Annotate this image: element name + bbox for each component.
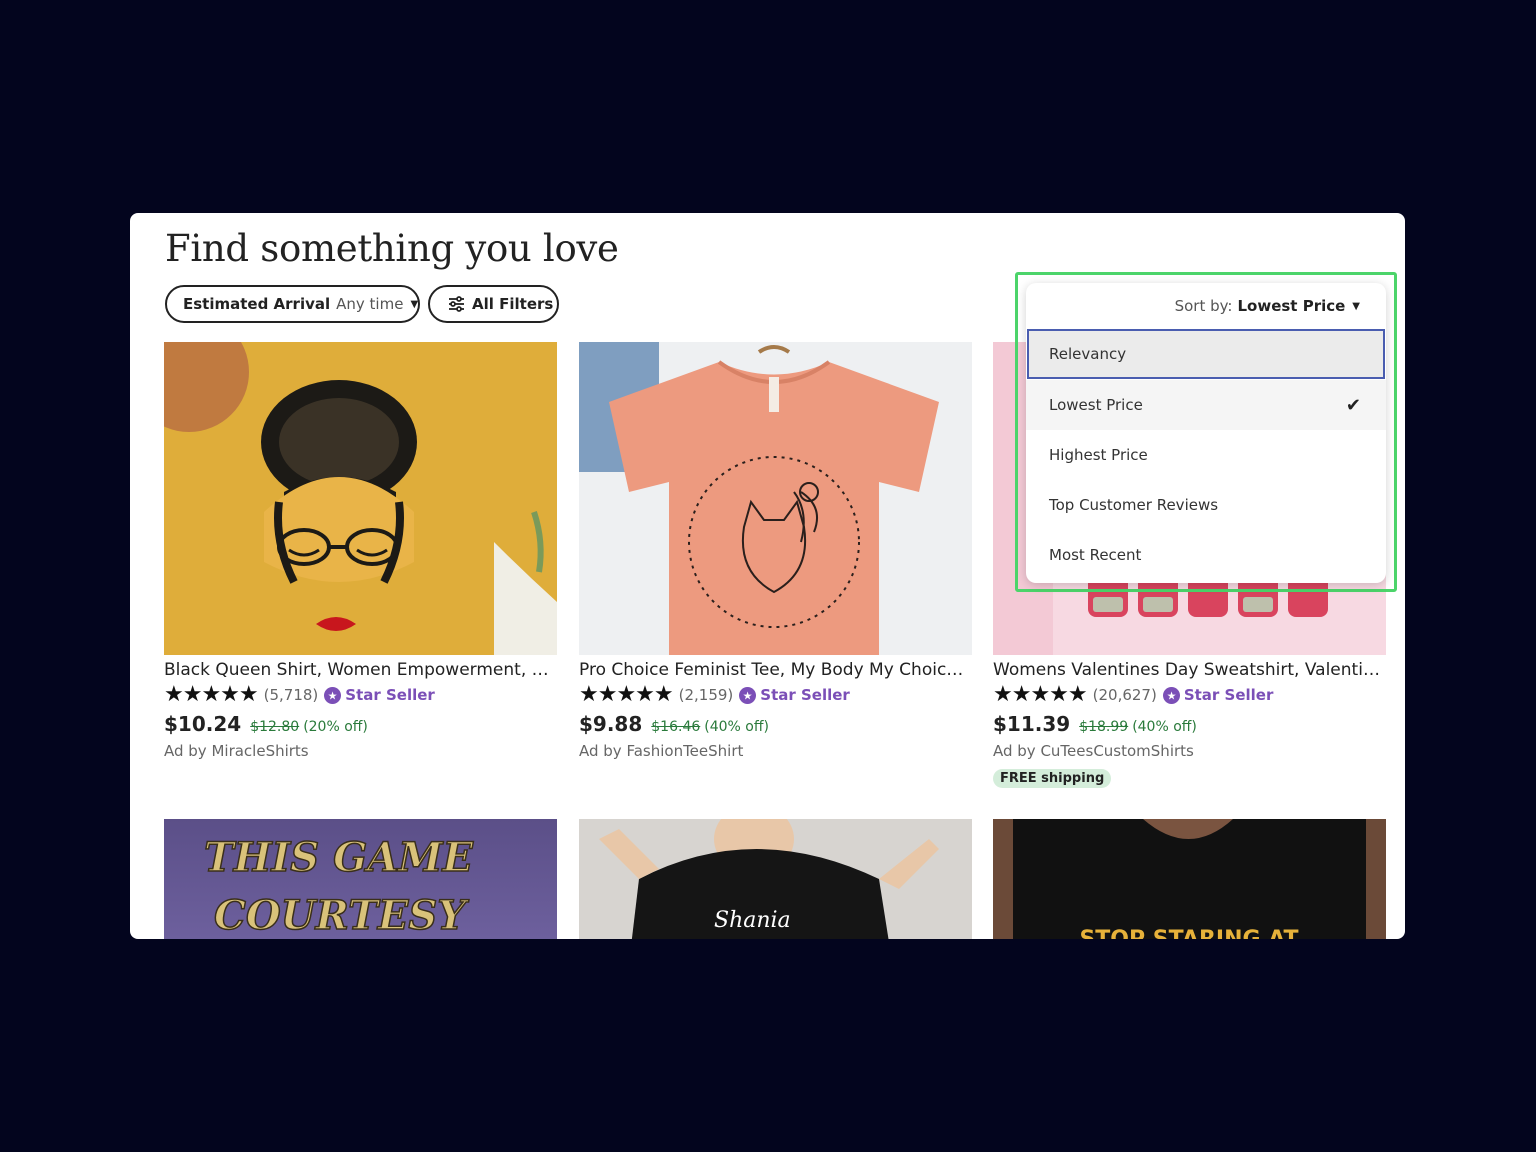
sort-option-lowest-price[interactable]: Lowest Price ✔ bbox=[1026, 380, 1386, 430]
sale-price: $11.39 bbox=[993, 712, 1071, 736]
caret-down-icon: ▼ bbox=[1352, 300, 1360, 312]
svg-text:★: ★ bbox=[328, 689, 338, 702]
game-image-text-line1: THIS GAME bbox=[204, 834, 474, 881]
search-results-panel: Find something you love Estimated Arriva… bbox=[130, 213, 1405, 939]
sort-dropdown[interactable]: Sort by: Lowest Price ▼ Relevancy Lowest… bbox=[1026, 283, 1386, 583]
sort-by-value: Lowest Price bbox=[1237, 297, 1346, 315]
star-rating: ★★★★★ bbox=[993, 682, 1088, 707]
product-title[interactable]: Womens Valentines Day Sweatshirt, Valent… bbox=[993, 658, 1386, 682]
rating-row: ★★★★★ (2,159) ★ Star Seller bbox=[579, 682, 972, 708]
sale-price: $9.88 bbox=[579, 712, 643, 736]
all-filters-button[interactable]: All Filters bbox=[428, 285, 559, 323]
price-row: $10.24 $12.80 (20% off) bbox=[164, 708, 557, 740]
caret-down-icon: ▼ bbox=[410, 298, 419, 310]
svg-text:★: ★ bbox=[1166, 689, 1176, 702]
sliders-icon bbox=[448, 296, 465, 312]
sort-option-highest-price[interactable]: Highest Price bbox=[1026, 430, 1386, 480]
product-card[interactable]: Shania bbox=[579, 819, 972, 939]
product-card[interactable]: THIS GAME COURTESY bbox=[164, 819, 557, 939]
sort-option-label: Top Customer Reviews bbox=[1049, 496, 1219, 514]
sort-option-most-recent[interactable]: Most Recent bbox=[1026, 530, 1386, 580]
star-rating: ★★★★★ bbox=[579, 682, 674, 707]
product-image-stop-staring-tee[interactable]: STOP STARING AT bbox=[993, 819, 1386, 939]
star-seller-label: Star Seller bbox=[345, 686, 435, 704]
sort-option-label: Relevancy bbox=[1049, 345, 1127, 363]
star-rating: ★★★★★ bbox=[164, 682, 259, 707]
all-filters-label: All Filters bbox=[472, 295, 554, 313]
review-count: (5,718) bbox=[263, 686, 319, 704]
rating-row: ★★★★★ (5,718) ★ Star Seller bbox=[164, 682, 557, 708]
star-seller-badge-icon: ★ bbox=[1162, 686, 1180, 704]
discount-percent: (40% off) bbox=[704, 719, 769, 735]
sort-option-label: Lowest Price bbox=[1049, 396, 1143, 414]
svg-text:★: ★ bbox=[743, 689, 753, 702]
star-seller-label: Star Seller bbox=[1183, 686, 1274, 704]
star-seller-badge-icon: ★ bbox=[739, 686, 757, 704]
discount-percent: (20% off) bbox=[303, 719, 368, 735]
sale-price: $10.24 bbox=[164, 712, 242, 736]
sort-option-label: Highest Price bbox=[1049, 446, 1148, 464]
sort-by-button[interactable]: Sort by: Lowest Price ▼ bbox=[1026, 283, 1386, 329]
original-price: $12.80 bbox=[250, 719, 300, 735]
checkmark-icon: ✔ bbox=[1345, 394, 1361, 416]
seller-name[interactable]: Ad by FashionTeeShirt bbox=[579, 740, 972, 762]
sort-option-top-customer-reviews[interactable]: Top Customer Reviews bbox=[1026, 480, 1386, 530]
product-image-black-queen-shirt[interactable] bbox=[164, 342, 557, 655]
estimated-arrival-filter[interactable]: Estimated Arrival Any time ▼ bbox=[165, 285, 420, 323]
shania-image-text: Shania bbox=[714, 908, 791, 933]
rating-row: ★★★★★ (20,627) ★ Star Seller bbox=[993, 682, 1386, 708]
price-row: $11.39 $18.99 (40% off) bbox=[993, 708, 1386, 740]
discount-percent: (40% off) bbox=[1132, 719, 1197, 735]
original-price: $18.99 bbox=[1079, 719, 1129, 735]
review-count: (20,627) bbox=[1092, 686, 1157, 704]
arrival-filter-label: Estimated Arrival bbox=[183, 295, 331, 313]
product-title[interactable]: Black Queen Shirt, Women Empowerment, Bl… bbox=[164, 658, 557, 682]
sort-option-relevancy[interactable]: Relevancy bbox=[1027, 329, 1385, 379]
seller-name[interactable]: Ad by MiracleShirts bbox=[164, 740, 557, 762]
product-image-shania-sweatshirt[interactable]: Shania bbox=[579, 819, 972, 939]
sort-by-label: Sort by: bbox=[1174, 297, 1233, 315]
game-image-text-line2: COURTESY bbox=[214, 892, 469, 939]
product-title[interactable]: Pro Choice Feminist Tee, My Body My Choi… bbox=[579, 658, 972, 682]
price-row: $9.88 $16.46 (40% off) bbox=[579, 708, 972, 740]
seller-name[interactable]: Ad by CuTeesCustomShirts bbox=[993, 740, 1386, 762]
free-shipping-badge: FREE shipping bbox=[993, 769, 1112, 788]
arrival-filter-value: Any time bbox=[336, 295, 404, 313]
page-title: Find something you love bbox=[165, 227, 619, 270]
star-seller-label: Star Seller bbox=[760, 686, 850, 704]
product-image-game-courtesy[interactable]: THIS GAME COURTESY bbox=[164, 819, 557, 939]
product-image-pro-choice-tee[interactable] bbox=[579, 342, 972, 655]
star-seller-badge-icon: ★ bbox=[324, 686, 342, 704]
sort-option-label: Most Recent bbox=[1049, 546, 1142, 564]
product-card[interactable]: Pro Choice Feminist Tee, My Body My Choi… bbox=[579, 342, 972, 762]
stop-image-text: STOP STARING AT bbox=[1079, 927, 1298, 939]
original-price: $16.46 bbox=[651, 719, 701, 735]
review-count: (2,159) bbox=[678, 686, 734, 704]
product-card[interactable]: STOP STARING AT bbox=[993, 819, 1386, 939]
product-card[interactable]: Black Queen Shirt, Women Empowerment, Bl… bbox=[164, 342, 557, 762]
